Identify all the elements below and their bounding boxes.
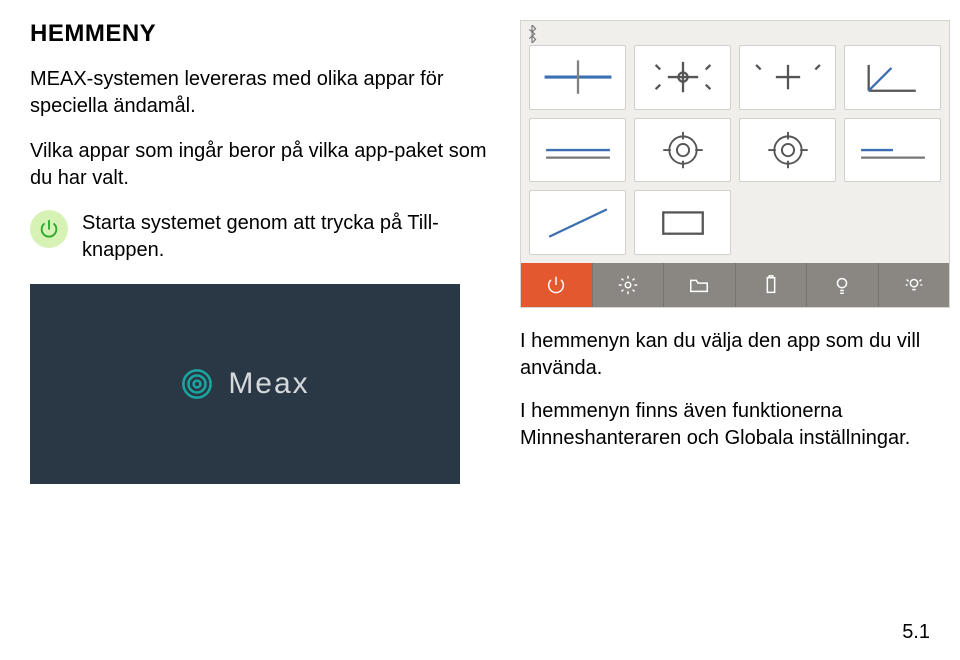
right-paragraph-1: I hemmenyn kan du välja den app som du v… — [520, 328, 950, 382]
power-instruction-text: Starta systemet genom att trycka på Till… — [82, 210, 490, 264]
app-align-shaft[interactable] — [529, 45, 626, 110]
page: HEMMENY MEAX-systemen levereras med olik… — [0, 0, 960, 660]
app-rect[interactable] — [634, 190, 731, 255]
toolbar-settings[interactable] — [593, 263, 665, 307]
app-cross-pump[interactable] — [634, 45, 731, 110]
toolbar-bulb-settings[interactable] — [879, 263, 950, 307]
bottom-toolbar — [521, 263, 949, 307]
page-title: HEMMENY — [30, 20, 490, 48]
toolbar-bulb[interactable] — [807, 263, 879, 307]
app-target-1[interactable] — [634, 118, 731, 183]
toolbar-battery[interactable] — [736, 263, 808, 307]
app-target-2[interactable] — [739, 118, 836, 183]
intro-paragraph-2: Vilka appar som ingår beror på vilka app… — [30, 138, 490, 192]
app-strike[interactable] — [529, 190, 626, 255]
right-notes: I hemmenyn kan du välja den app som du v… — [520, 328, 950, 452]
app-level-short[interactable] — [844, 118, 941, 183]
toolbar-power[interactable] — [521, 263, 593, 307]
app-level-line[interactable] — [529, 118, 626, 183]
app-angle[interactable] — [844, 45, 941, 110]
app-grid — [521, 21, 949, 263]
meax-splash: Meax — [30, 284, 460, 484]
intro-paragraph-1: MEAX-systemen levereras med olika appar … — [30, 66, 490, 120]
right-paragraph-2: I hemmenyn finns även funktionerna Minne… — [520, 398, 950, 452]
two-column-layout: HEMMENY MEAX-systemen levereras med olik… — [30, 20, 930, 484]
left-column: HEMMENY MEAX-systemen levereras med olik… — [30, 20, 490, 484]
right-column: I hemmenyn kan du välja den app som du v… — [520, 20, 950, 484]
device-screenshot — [520, 20, 950, 308]
power-icon — [30, 210, 68, 248]
power-instruction-row: Starta systemet genom att trycka på Till… — [30, 210, 490, 264]
toolbar-folder[interactable] — [664, 263, 736, 307]
bluetooth-icon — [525, 25, 539, 48]
page-number: 5.1 — [902, 621, 930, 644]
app-offset-plus[interactable] — [739, 45, 836, 110]
meax-logo-icon — [180, 367, 214, 401]
meax-splash-text: Meax — [228, 367, 309, 401]
